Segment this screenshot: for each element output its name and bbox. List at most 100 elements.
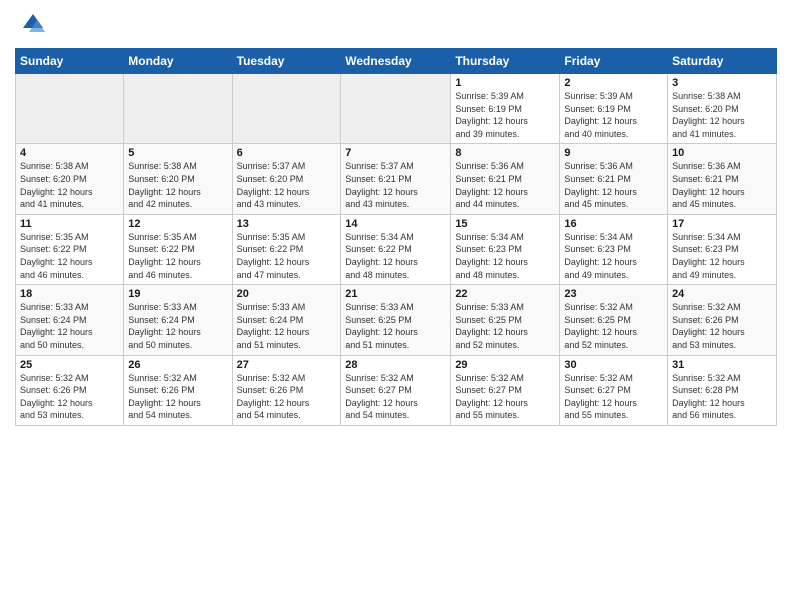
day-number: 28 [345,359,446,371]
week-row-4: 25Sunrise: 5:32 AM Sunset: 6:26 PM Dayli… [16,355,777,425]
day-info: Sunrise: 5:33 AM Sunset: 6:24 PM Dayligh… [20,301,119,351]
day-info: Sunrise: 5:32 AM Sunset: 6:28 PM Dayligh… [672,372,772,422]
day-number: 2 [564,77,663,89]
week-row-3: 18Sunrise: 5:33 AM Sunset: 6:24 PM Dayli… [16,285,777,355]
day-number: 4 [20,147,119,159]
day-info: Sunrise: 5:37 AM Sunset: 6:20 PM Dayligh… [237,160,337,210]
day-info: Sunrise: 5:38 AM Sunset: 6:20 PM Dayligh… [20,160,119,210]
weekday-header-thursday: Thursday [451,49,560,74]
day-info: Sunrise: 5:34 AM Sunset: 6:23 PM Dayligh… [564,231,663,281]
day-info: Sunrise: 5:32 AM Sunset: 6:26 PM Dayligh… [237,372,337,422]
calendar-cell: 2Sunrise: 5:39 AM Sunset: 6:19 PM Daylig… [560,74,668,144]
day-info: Sunrise: 5:34 AM Sunset: 6:23 PM Dayligh… [455,231,555,281]
calendar-cell: 9Sunrise: 5:36 AM Sunset: 6:21 PM Daylig… [560,144,668,214]
day-info: Sunrise: 5:35 AM Sunset: 6:22 PM Dayligh… [20,231,119,281]
calendar-cell: 11Sunrise: 5:35 AM Sunset: 6:22 PM Dayli… [16,214,124,284]
weekday-header-saturday: Saturday [668,49,777,74]
calendar-cell: 16Sunrise: 5:34 AM Sunset: 6:23 PM Dayli… [560,214,668,284]
day-number: 24 [672,288,772,300]
day-info: Sunrise: 5:36 AM Sunset: 6:21 PM Dayligh… [455,160,555,210]
weekday-header-friday: Friday [560,49,668,74]
calendar-cell: 15Sunrise: 5:34 AM Sunset: 6:23 PM Dayli… [451,214,560,284]
day-number: 29 [455,359,555,371]
calendar-cell: 26Sunrise: 5:32 AM Sunset: 6:26 PM Dayli… [124,355,232,425]
week-row-1: 4Sunrise: 5:38 AM Sunset: 6:20 PM Daylig… [16,144,777,214]
calendar-cell [232,74,341,144]
day-number: 11 [20,218,119,230]
day-number: 22 [455,288,555,300]
day-number: 1 [455,77,555,89]
day-info: Sunrise: 5:32 AM Sunset: 6:27 PM Dayligh… [455,372,555,422]
calendar-cell: 4Sunrise: 5:38 AM Sunset: 6:20 PM Daylig… [16,144,124,214]
calendar-cell: 22Sunrise: 5:33 AM Sunset: 6:25 PM Dayli… [451,285,560,355]
calendar-cell: 3Sunrise: 5:38 AM Sunset: 6:20 PM Daylig… [668,74,777,144]
day-info: Sunrise: 5:36 AM Sunset: 6:21 PM Dayligh… [564,160,663,210]
day-number: 10 [672,147,772,159]
day-info: Sunrise: 5:34 AM Sunset: 6:23 PM Dayligh… [672,231,772,281]
day-number: 17 [672,218,772,230]
weekday-header-sunday: Sunday [16,49,124,74]
day-number: 30 [564,359,663,371]
day-number: 16 [564,218,663,230]
day-number: 8 [455,147,555,159]
day-number: 9 [564,147,663,159]
calendar-cell: 20Sunrise: 5:33 AM Sunset: 6:24 PM Dayli… [232,285,341,355]
day-info: Sunrise: 5:38 AM Sunset: 6:20 PM Dayligh… [672,90,772,140]
day-info: Sunrise: 5:38 AM Sunset: 6:20 PM Dayligh… [128,160,227,210]
day-info: Sunrise: 5:32 AM Sunset: 6:25 PM Dayligh… [564,301,663,351]
weekday-header-monday: Monday [124,49,232,74]
day-info: Sunrise: 5:32 AM Sunset: 6:26 PM Dayligh… [672,301,772,351]
week-row-0: 1Sunrise: 5:39 AM Sunset: 6:19 PM Daylig… [16,74,777,144]
day-number: 18 [20,288,119,300]
day-info: Sunrise: 5:33 AM Sunset: 6:25 PM Dayligh… [455,301,555,351]
calendar-cell [341,74,451,144]
day-info: Sunrise: 5:32 AM Sunset: 6:27 PM Dayligh… [564,372,663,422]
calendar: SundayMondayTuesdayWednesdayThursdayFrid… [15,48,777,426]
weekday-header-wednesday: Wednesday [341,49,451,74]
calendar-cell: 19Sunrise: 5:33 AM Sunset: 6:24 PM Dayli… [124,285,232,355]
day-number: 31 [672,359,772,371]
day-info: Sunrise: 5:33 AM Sunset: 6:24 PM Dayligh… [237,301,337,351]
calendar-cell: 17Sunrise: 5:34 AM Sunset: 6:23 PM Dayli… [668,214,777,284]
day-info: Sunrise: 5:33 AM Sunset: 6:25 PM Dayligh… [345,301,446,351]
week-row-2: 11Sunrise: 5:35 AM Sunset: 6:22 PM Dayli… [16,214,777,284]
day-info: Sunrise: 5:39 AM Sunset: 6:19 PM Dayligh… [455,90,555,140]
day-number: 7 [345,147,446,159]
day-info: Sunrise: 5:34 AM Sunset: 6:22 PM Dayligh… [345,231,446,281]
day-number: 5 [128,147,227,159]
calendar-cell: 7Sunrise: 5:37 AM Sunset: 6:21 PM Daylig… [341,144,451,214]
calendar-cell: 14Sunrise: 5:34 AM Sunset: 6:22 PM Dayli… [341,214,451,284]
day-info: Sunrise: 5:37 AM Sunset: 6:21 PM Dayligh… [345,160,446,210]
calendar-cell [124,74,232,144]
calendar-cell: 30Sunrise: 5:32 AM Sunset: 6:27 PM Dayli… [560,355,668,425]
day-info: Sunrise: 5:36 AM Sunset: 6:21 PM Dayligh… [672,160,772,210]
calendar-cell: 12Sunrise: 5:35 AM Sunset: 6:22 PM Dayli… [124,214,232,284]
logo [15,10,49,40]
calendar-cell: 25Sunrise: 5:32 AM Sunset: 6:26 PM Dayli… [16,355,124,425]
logo-icon [15,10,45,40]
calendar-cell: 29Sunrise: 5:32 AM Sunset: 6:27 PM Dayli… [451,355,560,425]
day-number: 14 [345,218,446,230]
day-info: Sunrise: 5:32 AM Sunset: 6:27 PM Dayligh… [345,372,446,422]
day-info: Sunrise: 5:35 AM Sunset: 6:22 PM Dayligh… [128,231,227,281]
weekday-header-row: SundayMondayTuesdayWednesdayThursdayFrid… [16,49,777,74]
weekday-header-tuesday: Tuesday [232,49,341,74]
day-number: 19 [128,288,227,300]
day-number: 26 [128,359,227,371]
day-info: Sunrise: 5:32 AM Sunset: 6:26 PM Dayligh… [128,372,227,422]
day-info: Sunrise: 5:39 AM Sunset: 6:19 PM Dayligh… [564,90,663,140]
calendar-cell: 10Sunrise: 5:36 AM Sunset: 6:21 PM Dayli… [668,144,777,214]
calendar-cell: 24Sunrise: 5:32 AM Sunset: 6:26 PM Dayli… [668,285,777,355]
calendar-cell: 1Sunrise: 5:39 AM Sunset: 6:19 PM Daylig… [451,74,560,144]
calendar-cell: 13Sunrise: 5:35 AM Sunset: 6:22 PM Dayli… [232,214,341,284]
day-number: 20 [237,288,337,300]
header [15,10,777,40]
day-number: 27 [237,359,337,371]
day-info: Sunrise: 5:33 AM Sunset: 6:24 PM Dayligh… [128,301,227,351]
day-info: Sunrise: 5:32 AM Sunset: 6:26 PM Dayligh… [20,372,119,422]
page: SundayMondayTuesdayWednesdayThursdayFrid… [0,0,792,612]
calendar-cell: 21Sunrise: 5:33 AM Sunset: 6:25 PM Dayli… [341,285,451,355]
day-number: 25 [20,359,119,371]
day-number: 6 [237,147,337,159]
calendar-cell: 31Sunrise: 5:32 AM Sunset: 6:28 PM Dayli… [668,355,777,425]
